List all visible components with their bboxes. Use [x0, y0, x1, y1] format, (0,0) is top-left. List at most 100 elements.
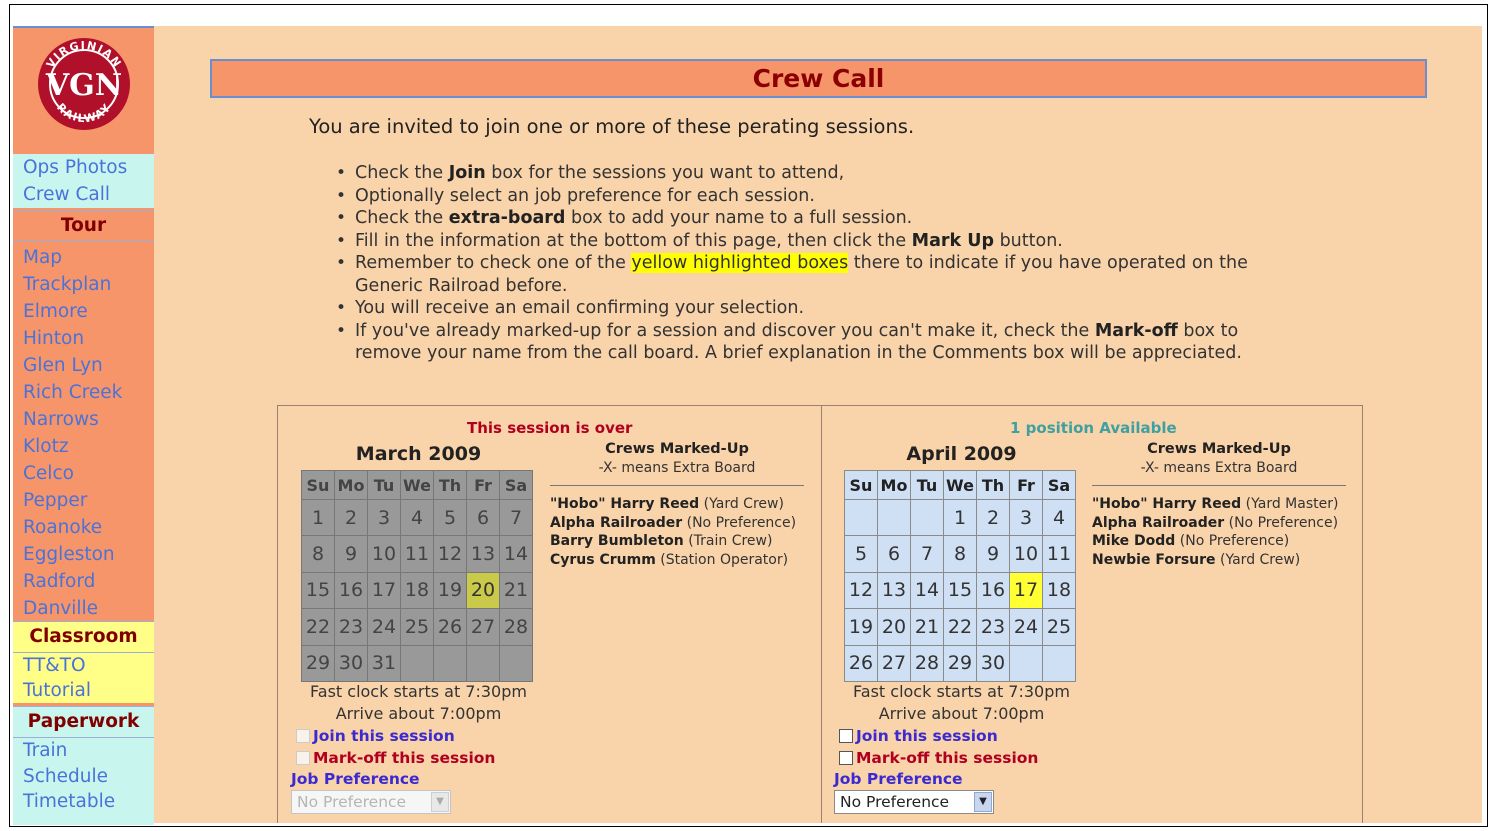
join-session-row[interactable]: Join this session — [296, 727, 455, 745]
sidebar-link-tt-to[interactable]: TT&TO — [13, 653, 154, 678]
calendar-day: 29 — [301, 644, 335, 682]
calendar-day: 15 — [943, 571, 977, 610]
sidebar-link-narrows[interactable]: Narrows — [13, 406, 154, 433]
list-item: You will receive an email confirming you… — [336, 297, 1296, 320]
calendar-day: 22 — [943, 608, 977, 646]
calendar-day: 18 — [1042, 571, 1076, 610]
calendar-day: 30 — [976, 644, 1010, 682]
weekday-header: Su — [301, 470, 335, 500]
calendar-day: 8 — [943, 535, 977, 573]
sidebar-link-ops-photos[interactable]: Ops Photos — [13, 154, 154, 181]
join-session-row[interactable]: Join this session — [839, 727, 998, 745]
job-preference-label: Job Preference — [834, 770, 963, 788]
calendar-day: 7 — [499, 498, 533, 537]
crews-title: Crews Marked-Up — [1147, 441, 1291, 457]
calendar-day: 28 — [499, 608, 533, 646]
sidebar-link-rich-creek[interactable]: Rich Creek — [13, 379, 154, 406]
sidebar-link-map[interactable]: Map — [13, 244, 154, 271]
sidebar-link-radford[interactable]: Radford — [13, 568, 154, 595]
arrive-text: Arrive about 7:00pm — [878, 703, 1045, 723]
calendar-day: 9 — [976, 535, 1010, 573]
sidebar-top-links: Ops Photos Crew Call — [13, 154, 154, 208]
calendar-day: 20 — [877, 608, 911, 646]
calendar-day: 3 — [367, 498, 401, 537]
calendar-day: 27 — [877, 644, 911, 682]
crew-member: Alpha Railroader (No Preference) — [1092, 514, 1339, 531]
calendar-day: 23 — [976, 608, 1010, 646]
weekday-header: Mo — [877, 470, 911, 500]
sidebar-link-glen-lyn[interactable]: Glen Lyn — [13, 352, 154, 379]
calendar-day: 22 — [301, 608, 335, 646]
calendar-day — [400, 644, 434, 682]
sidebar-link-roanoke[interactable]: Roanoke — [13, 514, 154, 541]
sidebar-link-timetable[interactable]: Timetable — [13, 789, 154, 815]
sidebar-link-schedule[interactable]: Schedule — [13, 764, 154, 790]
crews-legend: -X- means Extra Board — [1140, 460, 1298, 476]
calendar-day: 25 — [400, 608, 434, 646]
join-label: Join this session — [856, 727, 998, 745]
calendar-day-session: 20 — [466, 571, 500, 610]
calendar-day: 6 — [466, 498, 500, 537]
sidebar-link-crew-call[interactable]: Crew Call — [13, 181, 154, 208]
calendar-day: 26 — [844, 644, 878, 682]
sidebar-link-tutorial[interactable]: Tutorial — [13, 678, 154, 703]
divider — [550, 485, 804, 486]
calendar-day: 5 — [433, 498, 467, 537]
calendar-day: 30 — [334, 644, 368, 682]
calendar-day: 28 — [910, 644, 944, 682]
join-label: Join this session — [313, 727, 455, 745]
calendar-day: 14 — [910, 571, 944, 610]
calendar-day: 1 — [301, 498, 335, 537]
instructions-list: Check the Join box for the sessions you … — [336, 162, 1296, 365]
weekday-header: Tu — [367, 470, 401, 500]
calendar-week: 1234 — [844, 498, 1076, 537]
calendar-day-session: 17 — [1009, 571, 1043, 610]
calendar-week: 22 23 24 25 26 27 28 — [301, 608, 533, 646]
crew-member: Newbie Forsure (Yard Crew) — [1092, 551, 1301, 568]
sidebar-link-klotz[interactable]: Klotz — [13, 433, 154, 460]
session-panel-april: 1 position Available April 2009 Su Mo Tu We… — [821, 405, 1363, 823]
job-preference-select[interactable]: No Preference ▼ — [834, 790, 994, 814]
job-preference-select[interactable]: No Preference ▼ — [291, 790, 451, 814]
sidebar-link-trackplan[interactable]: Trackplan — [13, 271, 154, 298]
sidebar-link-pepper[interactable]: Pepper — [13, 487, 154, 514]
calendar-day: 3 — [1009, 498, 1043, 537]
weekday-header: We — [943, 470, 977, 500]
sidebar-link-hinton[interactable]: Hinton — [13, 325, 154, 352]
markoff-session-row[interactable]: Mark-off this session — [839, 749, 1038, 767]
calendar-week: 26 27 28 29 30 — [844, 644, 1076, 682]
list-item: Optionally select an job preference for … — [336, 185, 1296, 208]
markoff-session-row[interactable]: Mark-off this session — [296, 749, 495, 767]
sidebar-link-elmore[interactable]: Elmore — [13, 298, 154, 325]
calendar-day: 7 — [910, 535, 944, 573]
sidebar-link-train[interactable]: Train — [13, 738, 154, 764]
crew-member: Barry Bumbleton (Train Crew) — [550, 533, 773, 550]
calendar-week: 5 6 7 8 9 10 11 — [844, 535, 1076, 573]
sidebar-link-eggleston[interactable]: Eggleston — [13, 541, 154, 568]
markoff-label: Mark-off this session — [856, 749, 1039, 767]
markoff-checkbox[interactable] — [296, 751, 310, 765]
sidebar-link-celco[interactable]: Celco — [13, 460, 154, 487]
calendar-week: 8 9 10 11 12 13 14 — [301, 535, 533, 573]
calendar-day: 19 — [844, 608, 878, 646]
join-checkbox[interactable] — [296, 729, 310, 743]
weekday-header: Fr — [1009, 470, 1043, 500]
sidebar-heading-classroom: Classroom — [13, 621, 154, 653]
weekday-header-row: Su Mo Tu We Th Fr Sa — [844, 470, 1076, 500]
calendar-day: 17 — [367, 571, 401, 610]
calendar-day — [499, 644, 533, 682]
weekday-header: Th — [433, 470, 467, 500]
markoff-checkbox[interactable] — [839, 751, 853, 765]
sidebar-link-danville[interactable]: Danville — [13, 595, 154, 622]
weekday-header: Sa — [1042, 470, 1076, 500]
vgn-railway-logo[interactable]: VIRGINIAN RAILWAY VGN — [37, 37, 131, 131]
calendar-day: 13 — [466, 535, 500, 573]
join-checkbox[interactable] — [839, 729, 853, 743]
sidebar-classroom-section: Classroom TT&TO Tutorial — [13, 621, 154, 703]
session-status: This session is over — [467, 419, 633, 437]
weekday-header: Fr — [466, 470, 500, 500]
calendar-day — [844, 498, 878, 537]
intro-text: You are invited to join one or more of t… — [309, 115, 915, 138]
calendar-day — [466, 644, 500, 682]
calendar-day: 26 — [433, 608, 467, 646]
